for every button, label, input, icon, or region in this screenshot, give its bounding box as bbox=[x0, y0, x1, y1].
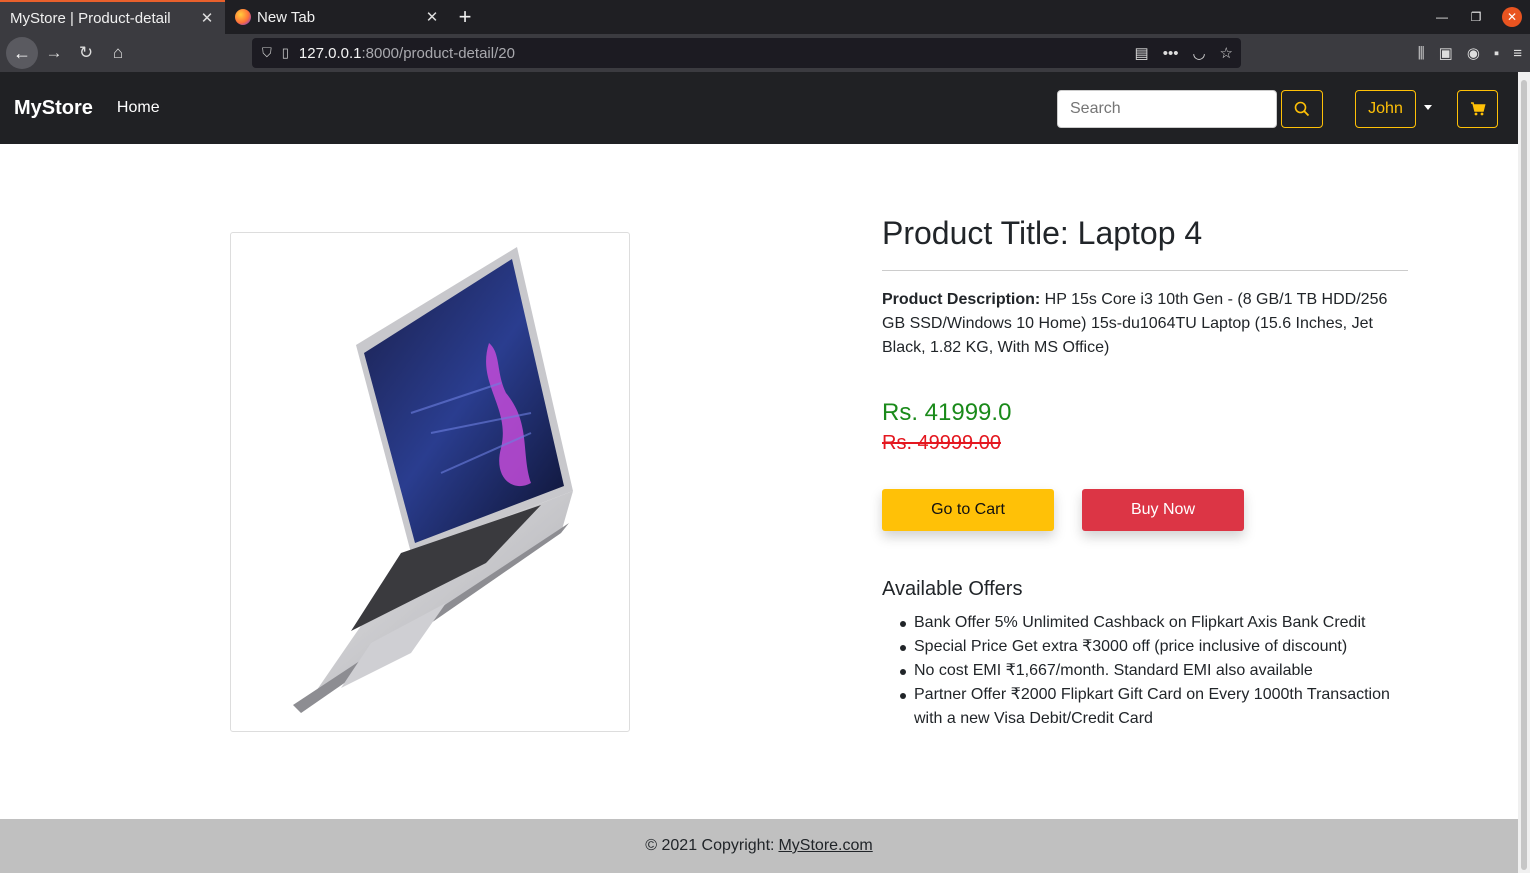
search-input[interactable] bbox=[1057, 90, 1277, 128]
cart-button[interactable] bbox=[1457, 90, 1498, 128]
shield-icon[interactable]: ⛉ bbox=[262, 45, 272, 61]
url-path: :8000/product-detail/20 bbox=[361, 44, 515, 62]
offer-item: Special Price Get extra ₹3000 off (price… bbox=[900, 635, 1414, 659]
address-bar[interactable]: ⛉ ▯ 127.0.0.1:8000/product-detail/20 ▤ •… bbox=[252, 38, 1241, 68]
tab-product-detail[interactable]: MyStore | Product-detail ✕ bbox=[0, 0, 225, 34]
offers-title: Available Offers bbox=[882, 578, 1023, 600]
offer-item: No cost EMI ₹1,667/month. Standard EMI a… bbox=[900, 659, 1414, 683]
search-icon bbox=[1294, 101, 1310, 117]
search-button[interactable] bbox=[1281, 90, 1323, 128]
menu-icon[interactable]: ≡ bbox=[1513, 45, 1522, 62]
buy-now-button[interactable]: Buy Now bbox=[1082, 489, 1244, 531]
title-divider bbox=[882, 270, 1408, 271]
offer-item: Partner Offer ₹2000 Flipkart Gift Card o… bbox=[900, 683, 1414, 731]
product-old-price: Rs. 49999.00 bbox=[882, 432, 1001, 454]
window-controls: — ❐ ✕ bbox=[1434, 0, 1522, 34]
scrollbar-thumb[interactable] bbox=[1521, 80, 1527, 870]
description-label: Product Description: bbox=[882, 291, 1041, 308]
footer: © 2021 Copyright: MyStore.com bbox=[0, 819, 1518, 873]
nav-home-link[interactable]: Home bbox=[117, 99, 160, 117]
user-dropdown-button[interactable]: John bbox=[1355, 90, 1416, 128]
laptop-image bbox=[293, 247, 573, 713]
url-actions: ▤ ••• ◡ ☆ bbox=[1135, 38, 1234, 68]
reload-button[interactable]: ↻ bbox=[70, 37, 102, 69]
browser-tab-bar: MyStore | Product-detail ✕ New Tab ✕ + —… bbox=[0, 0, 1530, 34]
home-button[interactable]: ⌂ bbox=[102, 37, 134, 69]
go-to-cart-button[interactable]: Go to Cart bbox=[882, 489, 1054, 531]
tab-title: MyStore | Product-detail bbox=[10, 9, 171, 27]
cart-icon bbox=[1470, 102, 1486, 116]
page-icon: ▯ bbox=[281, 45, 289, 60]
browser-toolbar: ← → ↻ ⌂ ⛉ ▯ 127.0.0.1:8000/product-detai… bbox=[0, 34, 1530, 72]
tab-new-tab[interactable]: New Tab ✕ bbox=[225, 0, 450, 34]
sidebar-icon[interactable]: ▣ bbox=[1439, 44, 1453, 62]
tab-close-icon[interactable]: ✕ bbox=[424, 9, 440, 26]
library-icon[interactable]: ⫼ bbox=[1418, 45, 1425, 62]
footer-copyright: © 2021 Copyright: bbox=[645, 837, 775, 854]
page-scrollbar[interactable] bbox=[1518, 72, 1530, 873]
product-description: Product Description: HP 15s Core i3 10th… bbox=[882, 288, 1408, 360]
tab-title: New Tab bbox=[257, 8, 316, 26]
tab-close-icon[interactable]: ✕ bbox=[199, 10, 215, 27]
pocket-icon[interactable]: ◡ bbox=[1192, 44, 1205, 62]
extension-icon[interactable]: ▪ bbox=[1494, 45, 1499, 62]
minimize-icon[interactable]: — bbox=[1434, 9, 1450, 25]
account-icon[interactable]: ◉ bbox=[1467, 44, 1480, 62]
offers-list: Bank Offer 5% Unlimited Cashback on Flip… bbox=[900, 611, 1414, 731]
reader-view-icon[interactable]: ▤ bbox=[1135, 44, 1149, 62]
bookmark-star-icon[interactable]: ☆ bbox=[1220, 44, 1233, 62]
more-actions-icon[interactable]: ••• bbox=[1163, 45, 1179, 62]
product-price: Rs. 41999.0 bbox=[882, 399, 1012, 426]
product-title: Product Title: Laptop 4 bbox=[882, 215, 1203, 251]
footer-link[interactable]: MyStore.com bbox=[778, 837, 872, 855]
offer-item: Bank Offer 5% Unlimited Cashback on Flip… bbox=[900, 611, 1414, 635]
firefox-icon bbox=[235, 9, 251, 25]
toolbar-right-icons: ⫼ ▣ ◉ ▪ ≡ bbox=[1418, 34, 1522, 72]
url-host: 127.0.0.1 bbox=[298, 44, 362, 62]
new-tab-button[interactable]: + bbox=[450, 0, 480, 34]
window-close-icon[interactable]: ✕ bbox=[1502, 7, 1522, 27]
url-security-icons: ⛉ ▯ bbox=[262, 45, 289, 61]
site-navbar: MyStore Home John bbox=[0, 72, 1518, 144]
forward-button[interactable]: → bbox=[38, 37, 70, 69]
back-button[interactable]: ← bbox=[6, 37, 38, 69]
brand-logo[interactable]: MyStore bbox=[14, 97, 93, 120]
restore-icon[interactable]: ❐ bbox=[1468, 9, 1484, 25]
caret-down-icon[interactable] bbox=[1424, 105, 1432, 110]
product-image bbox=[230, 232, 630, 732]
